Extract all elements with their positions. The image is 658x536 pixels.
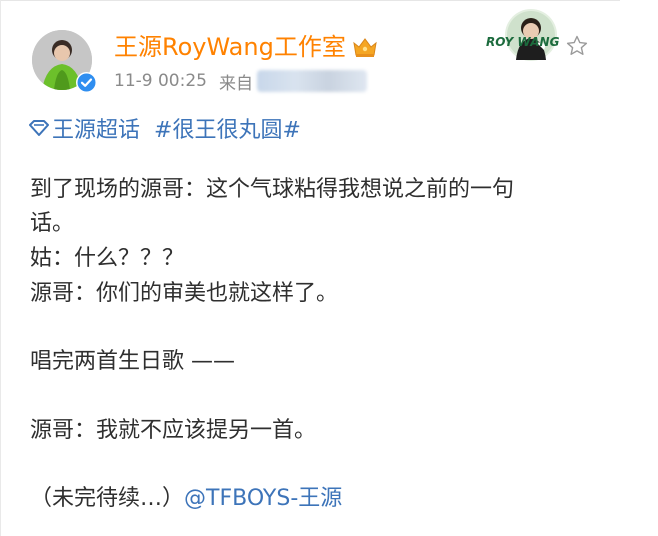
fan-card-text: ROY WANG xyxy=(486,35,560,49)
left-divider xyxy=(0,0,1,536)
crown-vip-icon[interactable] xyxy=(352,35,378,59)
fan-card-decoration: ROY WANG xyxy=(484,6,564,62)
blurred-source xyxy=(256,70,367,92)
weibo-post: 王源RoyWang工作室 11-9 00:25 来自 ROY WANG 王源超话… xyxy=(0,0,658,536)
post-text-line: 源哥：你们的审美也就这样了。 xyxy=(30,281,339,306)
post-text-line-last: （未完待续…）@TFBOYS-王源 xyxy=(30,485,342,513)
verified-badge-icon xyxy=(76,72,97,93)
post-text-line: 源哥：我就不应该提另一首。 xyxy=(30,418,317,443)
topic-tags: 王源超话 #很王很丸圆# xyxy=(28,113,301,143)
hashtag-link[interactable]: #很王很丸圆# xyxy=(154,112,301,144)
super-topic-label: 王源超话 xyxy=(52,118,141,143)
author-name[interactable]: 王源RoyWang工作室 xyxy=(114,35,346,59)
mention-link[interactable]: @TFBOYS-王源 xyxy=(184,486,342,511)
post-meta: 11-9 00:25 来自 xyxy=(114,68,367,94)
author-row: 王源RoyWang工作室 xyxy=(114,30,378,64)
to-be-continued-text: （未完待续…） xyxy=(30,486,185,511)
post-text-line: 到了现场的源哥：这个气球粘得我想说之前的一句 xyxy=(30,177,515,202)
super-topic-link[interactable]: 王源超话 xyxy=(28,112,140,144)
post-text-line: 话。 xyxy=(30,211,75,236)
favorite-star-icon[interactable] xyxy=(565,34,589,58)
top-divider xyxy=(0,0,620,1)
post-text-line: 姑：什么？？？ xyxy=(30,246,185,271)
source-label: 来自 xyxy=(218,73,253,94)
super-topic-diamond-icon xyxy=(28,118,50,138)
post-time: 11-9 00:25 xyxy=(114,71,207,91)
post-text-line: 唱完两首生日歌 —— xyxy=(30,349,235,374)
